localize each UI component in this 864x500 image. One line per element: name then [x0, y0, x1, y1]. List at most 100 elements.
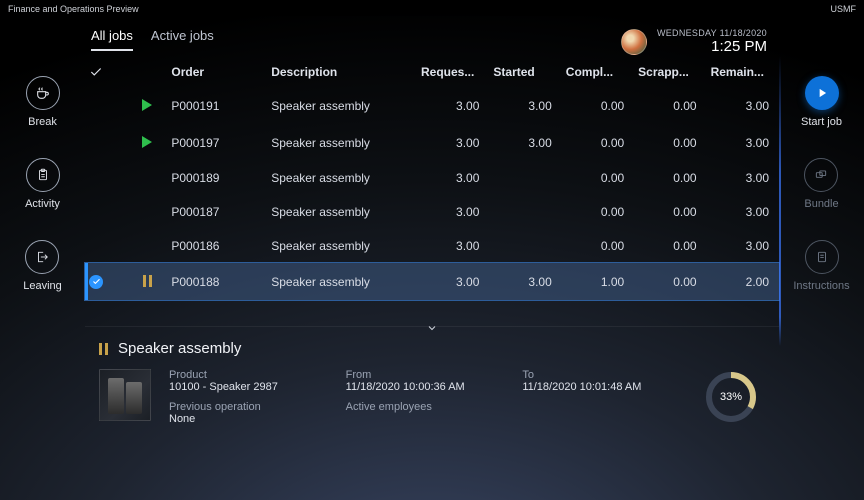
progress-ring: 33%	[703, 369, 759, 425]
bundle-icon	[804, 158, 838, 192]
cell-order: P000197	[167, 124, 267, 161]
leaving-label: Leaving	[23, 280, 62, 292]
cell-completed: 1.00	[562, 263, 634, 300]
table-row[interactable]: P000197Speaker assembly3.003.000.000.003…	[85, 124, 779, 161]
break-label: Break	[28, 116, 57, 128]
row-select-cell[interactable]	[85, 87, 127, 124]
col-requested[interactable]: Reques...	[417, 57, 489, 87]
cell-remaining: 3.00	[707, 87, 779, 124]
right-rail: Start job Bundle Instructions	[779, 16, 864, 500]
cell-order: P000191	[167, 87, 267, 124]
pause-icon	[139, 273, 155, 289]
row-select-cell[interactable]	[85, 195, 127, 229]
prev-op-label: Previous operation	[169, 401, 332, 413]
pause-icon	[99, 343, 108, 355]
row-status-cell	[127, 229, 167, 263]
tab-all-jobs[interactable]: All jobs	[91, 28, 133, 51]
cell-remaining: 2.00	[707, 263, 779, 300]
table-row[interactable]: P000191Speaker assembly3.003.000.000.003…	[85, 87, 779, 124]
cell-description: Speaker assembly	[267, 263, 417, 300]
jobs-table-wrap: Order Description Reques... Started Comp…	[85, 57, 779, 300]
row-status-cell	[127, 87, 167, 124]
cell-completed: 0.00	[562, 229, 634, 263]
collapse-toggle[interactable]	[423, 322, 441, 334]
cell-scrapped: 0.00	[634, 195, 706, 229]
row-select-cell[interactable]	[85, 161, 127, 195]
cell-completed: 0.00	[562, 161, 634, 195]
cell-started: 3.00	[489, 87, 561, 124]
col-select[interactable]	[85, 57, 127, 87]
row-select-cell[interactable]	[85, 229, 127, 263]
cell-started: 3.00	[489, 124, 561, 161]
coffee-icon	[26, 76, 60, 110]
from-value: 11/18/2020 10:00:36 AM	[346, 381, 509, 393]
leave-icon	[25, 240, 59, 274]
col-order[interactable]: Order	[167, 57, 267, 87]
checked-icon	[89, 275, 103, 289]
cell-remaining: 3.00	[707, 124, 779, 161]
company-code: USMF	[831, 4, 857, 14]
bundle-button[interactable]: Bundle	[804, 158, 838, 210]
cell-description: Speaker assembly	[267, 195, 417, 229]
avatar[interactable]	[621, 29, 647, 55]
cell-completed: 0.00	[562, 195, 634, 229]
clock-zone: WEDNESDAY 11/18/2020 1:25 PM	[621, 28, 773, 55]
instructions-icon	[805, 240, 839, 274]
clipboard-icon	[26, 158, 60, 192]
to-label: To	[522, 369, 685, 381]
cell-scrapped: 0.00	[634, 124, 706, 161]
play-icon	[139, 97, 155, 113]
cell-description: Speaker assembly	[267, 229, 417, 263]
col-completed[interactable]: Compl...	[562, 57, 634, 87]
cell-requested: 3.00	[417, 124, 489, 161]
cell-remaining: 3.00	[707, 161, 779, 195]
from-label: From	[346, 369, 509, 381]
table-row[interactable]: P000187Speaker assembly3.000.000.003.00	[85, 195, 779, 229]
col-scrapped[interactable]: Scrapp...	[634, 57, 706, 87]
cell-started	[489, 195, 561, 229]
row-select-cell[interactable]	[85, 124, 127, 161]
scrollbar[interactable]	[779, 56, 781, 346]
cell-scrapped: 0.00	[634, 87, 706, 124]
table-row[interactable]: P000189Speaker assembly3.000.000.003.00	[85, 161, 779, 195]
bundle-label: Bundle	[804, 198, 838, 210]
jobs-table: Order Description Reques... Started Comp…	[85, 57, 779, 300]
col-started[interactable]: Started	[489, 57, 561, 87]
tab-active-jobs[interactable]: Active jobs	[151, 28, 214, 49]
cell-completed: 0.00	[562, 124, 634, 161]
col-status	[127, 57, 167, 87]
cell-order: P000189	[167, 161, 267, 195]
product-thumbnail[interactable]	[99, 369, 151, 421]
table-row[interactable]: P000188Speaker assembly3.003.001.000.002…	[85, 263, 779, 300]
detail-title: Speaker assembly	[118, 340, 241, 357]
start-job-label: Start job	[801, 116, 842, 128]
break-button[interactable]: Break	[26, 76, 60, 128]
cell-order: P000188	[167, 263, 267, 300]
cell-requested: 3.00	[417, 87, 489, 124]
cell-scrapped: 0.00	[634, 161, 706, 195]
row-select-cell[interactable]	[85, 263, 127, 300]
cell-description: Speaker assembly	[267, 161, 417, 195]
cell-requested: 3.00	[417, 161, 489, 195]
cell-scrapped: 0.00	[634, 229, 706, 263]
activity-label: Activity	[25, 198, 60, 210]
cell-scrapped: 0.00	[634, 263, 706, 300]
progress-pct: 33%	[703, 369, 759, 425]
start-job-button[interactable]: Start job	[801, 76, 842, 128]
play-icon	[805, 76, 839, 110]
cell-requested: 3.00	[417, 195, 489, 229]
row-status-cell	[127, 195, 167, 229]
leaving-button[interactable]: Leaving	[23, 240, 62, 292]
table-header-row: Order Description Reques... Started Comp…	[85, 57, 779, 87]
prev-op-value: None	[169, 413, 332, 425]
instructions-button[interactable]: Instructions	[793, 240, 849, 292]
col-remaining[interactable]: Remain...	[707, 57, 779, 87]
cell-requested: 3.00	[417, 263, 489, 300]
cell-description: Speaker assembly	[267, 87, 417, 124]
instructions-label: Instructions	[793, 280, 849, 292]
table-row[interactable]: P000186Speaker assembly3.000.000.003.00	[85, 229, 779, 263]
cell-requested: 3.00	[417, 229, 489, 263]
activity-button[interactable]: Activity	[25, 158, 60, 210]
job-detail-panel: Speaker assembly Product 10100 - Speaker…	[85, 328, 779, 433]
col-description[interactable]: Description	[267, 57, 417, 87]
